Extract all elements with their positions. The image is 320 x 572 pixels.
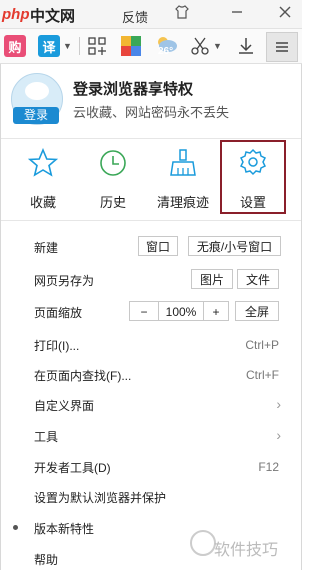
divider xyxy=(1,138,301,139)
gear-icon xyxy=(239,148,267,176)
apps-icon[interactable] xyxy=(87,34,107,58)
shortcut-clear-traces[interactable]: 清理痕迹 xyxy=(148,148,218,210)
menu-item-customize[interactable]: 自定义界面 › xyxy=(1,392,301,418)
avatar-face-icon xyxy=(25,82,49,100)
shortcut-key: F12 xyxy=(258,460,279,474)
new-incognito-button[interactable]: 无痕/小号窗口 xyxy=(188,236,281,256)
menu-row-new: 新建 窗口 无痕/小号窗口 xyxy=(1,234,301,260)
colorful-icon[interactable] xyxy=(120,34,142,58)
baidu-icon[interactable]: 购 xyxy=(4,34,26,58)
star-icon xyxy=(28,148,58,177)
divider xyxy=(79,37,80,55)
chevron-right-icon: › xyxy=(276,427,281,443)
menu-row-save-as: 网页另存为 图片 文件 xyxy=(1,267,301,293)
save-as-label: 网页另存为 xyxy=(34,274,95,288)
broom-icon xyxy=(170,149,196,176)
save-image-button[interactable]: 图片 xyxy=(191,269,233,289)
site-name: 中文网 xyxy=(30,8,76,25)
divider xyxy=(1,220,301,221)
chevron-down-icon[interactable]: ▼ xyxy=(63,41,72,51)
zoom-in-button[interactable]: + xyxy=(203,301,229,321)
login-subtitle: 云收藏、网站密码永不丢失 xyxy=(73,105,230,120)
shortcut-history[interactable]: 历史 xyxy=(78,148,148,210)
download-icon[interactable] xyxy=(236,34,256,58)
browser-menu-panel: 登录 登录浏览器享特权 云收藏、网站密码永不丢失 收藏 历史 清理痕迹 设置 新… xyxy=(0,64,302,570)
login-area[interactable]: 登录 登录浏览器享特权 云收藏、网站密码永不丢失 xyxy=(1,64,301,136)
zoom-label: 页面缩放 xyxy=(34,306,83,320)
shirt-icon[interactable] xyxy=(175,5,189,22)
menu-item-default-browser[interactable]: 设置为默认浏览器并保护 xyxy=(1,484,301,510)
login-title[interactable]: 登录浏览器享特权 xyxy=(73,78,193,99)
watermark-logo-icon xyxy=(190,530,216,556)
close-icon[interactable] xyxy=(278,5,292,22)
menu-row-zoom: 页面缩放 − 100% + 全屏 xyxy=(1,299,301,325)
menu-item-tools[interactable]: 工具 › xyxy=(1,423,301,449)
menu-item-find[interactable]: 在页面内查找(F)... Ctrl+F xyxy=(1,362,301,388)
zoom-level: 100% xyxy=(158,301,204,321)
menu-item-print[interactable]: 打印(I)... Ctrl+P xyxy=(1,332,301,358)
weather-icon[interactable]: 26° xyxy=(154,34,178,58)
chevron-right-icon: › xyxy=(276,396,281,412)
zoom-out-button[interactable]: − xyxy=(129,301,159,321)
save-file-button[interactable]: 文件 xyxy=(237,269,279,289)
feedback-link[interactable]: 反馈 xyxy=(122,7,148,26)
new-label: 新建 xyxy=(34,241,59,255)
chevron-down-icon[interactable]: ▼ xyxy=(213,41,222,51)
shortcut-bookmarks[interactable]: 收藏 xyxy=(8,148,78,210)
title-bar: php 中文网 反馈 xyxy=(0,0,302,29)
menu-item-devtools[interactable]: 开发者工具(D) F12 xyxy=(1,454,301,480)
shortcut-key: Ctrl+F xyxy=(246,368,279,382)
scissors-icon[interactable]: ▼ xyxy=(190,34,222,58)
site-logo: php xyxy=(2,6,30,23)
bullet-icon xyxy=(13,525,18,530)
watermark-text: 软件技巧 xyxy=(214,542,279,559)
translate-icon[interactable]: 译 ▼ xyxy=(38,34,72,58)
login-button[interactable]: 登录 xyxy=(13,107,59,124)
new-window-button[interactable]: 窗口 xyxy=(138,236,178,256)
extension-toolbar: 购 译 ▼ 26° ▼ xyxy=(0,29,302,64)
fullscreen-button[interactable]: 全屏 xyxy=(235,301,279,321)
shortcut-settings[interactable]: 设置 xyxy=(220,140,286,214)
shortcut-key: Ctrl+P xyxy=(245,338,279,352)
minimize-icon[interactable] xyxy=(230,5,244,22)
menu-icon[interactable] xyxy=(266,32,298,62)
clock-icon xyxy=(100,150,126,176)
